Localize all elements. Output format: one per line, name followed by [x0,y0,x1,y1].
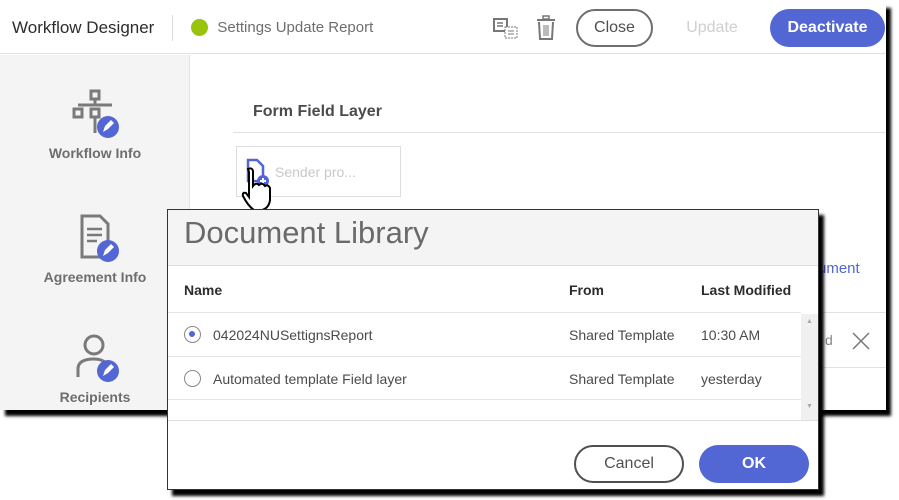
sidebar-item-agreement-info[interactable]: Agreement Info [0,213,190,285]
row-from: Shared Template [569,327,675,343]
workflow-icon [72,89,119,138]
column-header-name[interactable]: Name [184,282,222,298]
row-name: 042024NUSettignsReport [213,327,373,343]
row-from: Shared Template [569,371,675,387]
sidebar-item-label: Agreement Info [43,269,147,285]
row-radio[interactable] [184,326,201,343]
divider [172,14,174,41]
deactivate-button[interactable]: Deactivate [770,9,885,47]
close-icon[interactable] [851,331,871,351]
sidebar-item-label: Workflow Info [48,145,142,161]
recipients-icon [76,334,119,382]
document-link[interactable]: ument [818,260,860,277]
sidebar-item-workflow-info[interactable]: Workflow Info [0,89,190,161]
section-title: Form Field Layer [253,103,382,120]
card-text: d [825,332,833,348]
column-header-from[interactable]: From [569,282,604,298]
document-name: Settings Update Report [217,19,374,36]
document-card: d [818,312,886,368]
sidebar-item-label: Recipients [59,389,131,405]
document-library-dialog: Document Library Name From Last Modified… [167,209,819,490]
status-dot [191,19,209,36]
sidebar-item-recipients[interactable]: Recipients [0,333,190,405]
hand-cursor-icon [241,167,271,211]
sender-placeholder: Sender pro... [275,163,356,180]
close-button[interactable]: Close [576,9,653,47]
table-row[interactable]: 042024NUSettignsReport Shared Template 1… [168,312,801,356]
agreement-icon [80,214,119,262]
row-radio[interactable] [184,370,201,387]
sidebar: Workflow Info Agreement Info Recipients [0,55,190,410]
trash-icon[interactable] [535,15,557,46]
header: Workflow Designer Settings Update Report… [0,2,886,54]
dialog-title: Document Library [168,210,818,266]
column-header-last-modified[interactable]: Last Modified [701,282,791,298]
scroll-down-icon[interactable]: ▼ [801,403,818,410]
divider [168,420,818,421]
update-button[interactable]: Update [678,9,746,47]
cancel-button[interactable]: Cancel [574,445,684,483]
table-row[interactable]: Automated template Field layer Shared Te… [168,356,801,400]
ok-button[interactable]: OK [699,445,809,483]
row-modified: 10:30 AM [701,327,761,343]
scrollbar[interactable]: ▲ ▼ [801,314,818,420]
row-modified: yesterday [701,371,762,387]
scroll-up-icon[interactable]: ▲ [801,318,818,325]
layout-icon[interactable] [493,15,519,46]
app-title: Workflow Designer [12,17,155,37]
divider [233,132,886,133]
row-name: Automated template Field layer [213,371,407,387]
